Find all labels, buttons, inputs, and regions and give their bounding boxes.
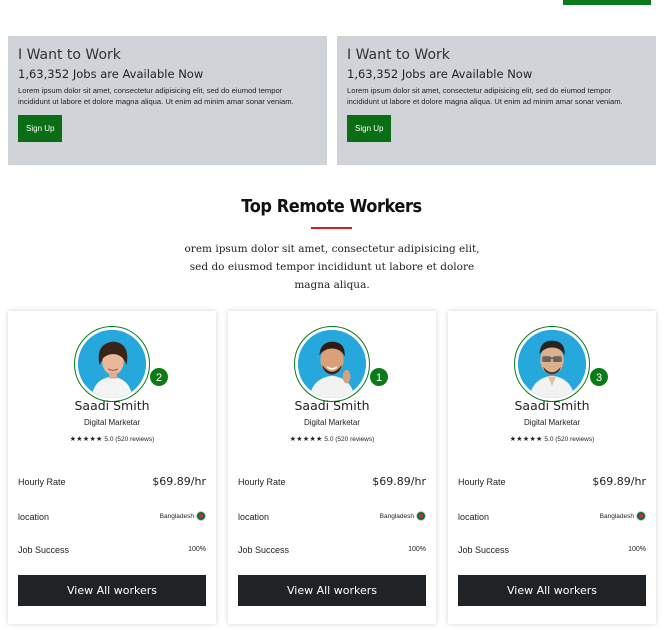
- promo-title: I Want to Work: [347, 47, 450, 63]
- location-label: location: [18, 512, 50, 522]
- rating-text: 5.0 (520 reviews): [544, 436, 595, 443]
- worker-name[interactable]: Saadi Smith: [448, 398, 656, 413]
- promo-body: Lorem ipsum dolor sit amet, consectetur …: [347, 86, 623, 106]
- hourly-rate-label: Hourly Rate: [238, 477, 286, 487]
- bangladesh-flag-icon: [636, 511, 646, 521]
- avatar-frame[interactable]: [294, 326, 370, 402]
- bangladesh-flag-icon: [196, 511, 206, 521]
- rank-badge: 2: [149, 367, 169, 387]
- hourly-rate-value: $69.89/hr: [592, 475, 646, 488]
- bangladesh-flag-icon: [416, 511, 426, 521]
- promo-body: Lorem ipsum dolor sit amet, consectetur …: [18, 86, 294, 106]
- job-success-label: Job Success: [18, 545, 70, 555]
- worker-role: Digital Marketar: [303, 418, 360, 427]
- worker-card: 3 Saadi Smith Digital Marketar ★★★★★ 5.0…: [448, 311, 656, 624]
- promo-subtitle: 1,63,352 Jobs are Available Now: [18, 67, 204, 81]
- woman-avatar: [78, 330, 146, 398]
- rating-text: 5.0 (520 reviews): [324, 436, 375, 443]
- worker-card: 2 Saadi Smith Digital Marketar ★★★★★ 5.0…: [8, 311, 216, 624]
- sign-up-button[interactable]: Sign Up: [18, 115, 63, 142]
- job-success-value: 100%: [408, 546, 426, 553]
- job-success-row: Job Success 100%: [18, 545, 206, 555]
- section-title: Top Remote Workers: [241, 196, 422, 217]
- hourly-rate-value: $69.89/hr: [152, 475, 206, 488]
- promo-row: I Want to Work 1,63,352 Jobs are Availab…: [8, 36, 657, 166]
- section-description: orem ipsum dolor sit amet, consectetur a…: [184, 243, 480, 291]
- promo-subtitle: 1,63,352 Jobs are Available Now: [347, 67, 533, 81]
- glasses-man-avatar: [518, 330, 586, 398]
- hourly-rate-row: Hourly Rate $69.89/hr: [238, 475, 426, 488]
- view-all-workers-button[interactable]: View All workers: [18, 575, 206, 606]
- job-success-label: Job Success: [458, 545, 510, 555]
- location-row: location Bangladesh: [238, 511, 426, 522]
- job-success-row: Job Success 100%: [458, 545, 646, 555]
- top-nav-button[interactable]: [563, 0, 651, 5]
- star-rating-icon: ★★★★★: [289, 436, 323, 443]
- location-label: location: [238, 512, 270, 522]
- worker-rating: ★★★★★ 5.0 (520 reviews): [228, 435, 436, 443]
- hourly-rate-label: Hourly Rate: [458, 477, 506, 487]
- location-row: location Bangladesh: [18, 511, 206, 522]
- hourly-rate-label: Hourly Rate: [18, 477, 66, 487]
- rating-text: 5.0 (520 reviews): [104, 436, 155, 443]
- rank-badge: 1: [369, 367, 389, 387]
- promo-card: I Want to Work 1,63,352 Jobs are Availab…: [337, 36, 656, 165]
- worker-card: 1 Saadi Smith Digital Marketar ★★★★★ 5.0…: [228, 311, 436, 624]
- title-underline: [311, 227, 352, 229]
- star-rating-icon: ★★★★★: [69, 436, 103, 443]
- rank-badge: 3: [589, 367, 609, 387]
- hourly-rate-row: Hourly Rate $69.89/hr: [18, 475, 206, 488]
- job-success-value: 100%: [628, 546, 646, 553]
- worker-role: Digital Marketar: [83, 418, 140, 427]
- worker-rating: ★★★★★ 5.0 (520 reviews): [448, 435, 656, 443]
- worker-rating: ★★★★★ 5.0 (520 reviews): [8, 435, 216, 443]
- star-rating-icon: ★★★★★: [509, 436, 543, 443]
- worker-name[interactable]: Saadi Smith: [228, 398, 436, 413]
- avatar-frame[interactable]: [74, 326, 150, 402]
- job-success-value: 100%: [188, 546, 206, 553]
- hourly-rate-row: Hourly Rate $69.89/hr: [458, 475, 646, 488]
- hourly-rate-value: $69.89/hr: [372, 475, 426, 488]
- promo-card: I Want to Work 1,63,352 Jobs are Availab…: [8, 36, 327, 165]
- location-row: location Bangladesh: [458, 511, 646, 522]
- promo-title: I Want to Work: [18, 47, 121, 63]
- smiling-man-avatar: [298, 330, 366, 398]
- worker-name[interactable]: Saadi Smith: [8, 398, 216, 413]
- view-all-workers-button[interactable]: View All workers: [458, 575, 646, 606]
- view-all-workers-button[interactable]: View All workers: [238, 575, 426, 606]
- sign-up-button[interactable]: Sign Up: [347, 115, 392, 142]
- job-success-label: Job Success: [238, 545, 290, 555]
- job-success-row: Job Success 100%: [238, 545, 426, 555]
- avatar-frame[interactable]: [514, 326, 590, 402]
- worker-role: Digital Marketar: [523, 418, 580, 427]
- location-label: location: [458, 512, 490, 522]
